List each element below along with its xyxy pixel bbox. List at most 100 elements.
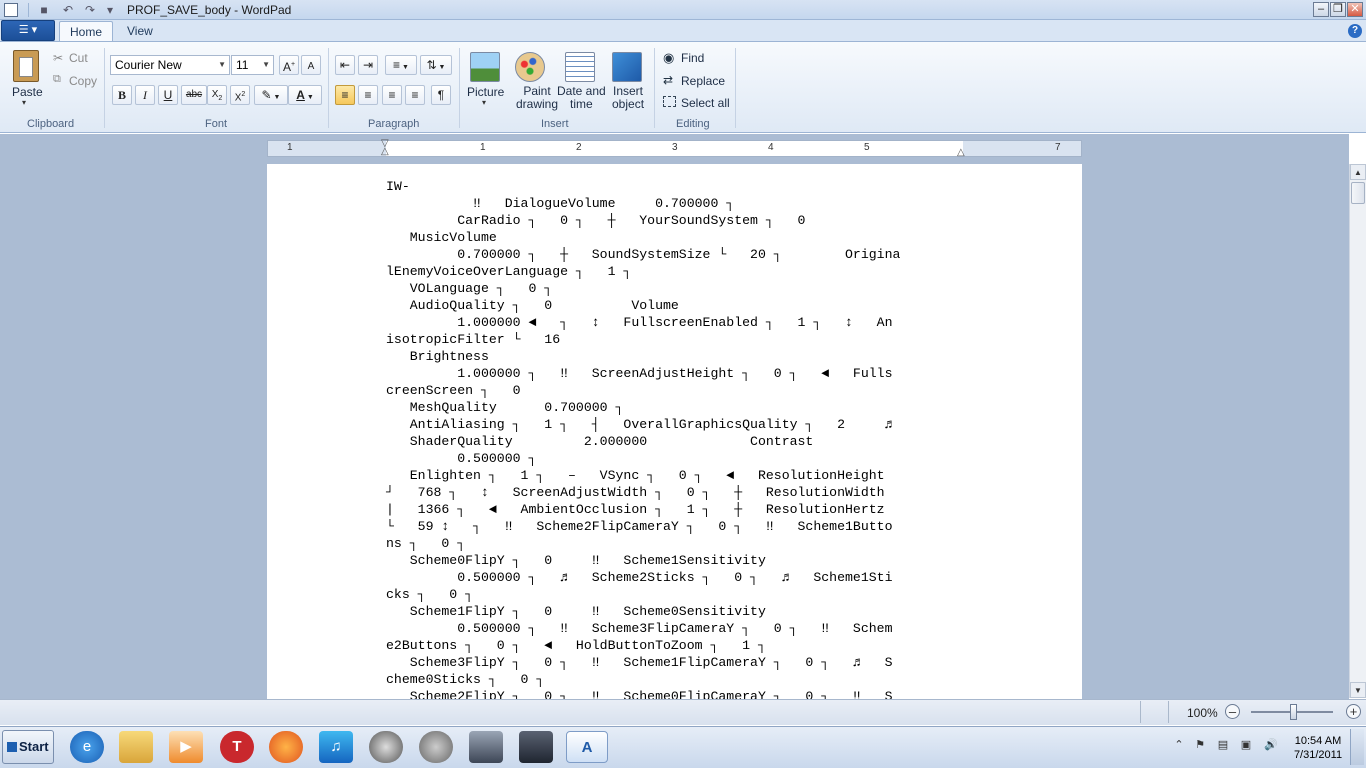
paragraph-settings-button[interactable]: ¶ <box>431 85 451 105</box>
paste-dropdown-icon[interactable]: ▾ <box>22 98 26 107</box>
show-hidden-icons-icon[interactable]: ⌃ <box>1172 738 1186 752</box>
paste-icon[interactable] <box>13 50 39 82</box>
minimize-button[interactable]: – <box>1313 2 1329 17</box>
scroll-down-button[interactable]: ▼ <box>1350 682 1366 698</box>
bullets-button[interactable]: ≡ ▼ <box>385 55 417 75</box>
date-and-time-button[interactable]: Date and time <box>557 85 606 111</box>
align-center-button[interactable]: ≡ <box>358 85 378 105</box>
group-separator <box>459 48 460 128</box>
bold-button[interactable]: B <box>112 85 132 105</box>
music-app-icon[interactable]: ♫ <box>319 731 353 763</box>
zoom-out-button[interactable]: – <box>1225 704 1240 719</box>
underline-button[interactable]: U <box>158 85 178 105</box>
wordpad-app-icon[interactable] <box>4 3 18 17</box>
strikethrough-button[interactable]: abc <box>181 85 207 105</box>
chevron-down-icon: ▼ <box>271 94 281 101</box>
align-left-button[interactable]: ≡ <box>335 85 355 105</box>
font-color-icon: A <box>296 88 305 102</box>
scroll-thumb[interactable] <box>1351 182 1365 204</box>
highlight-color-button[interactable]: ✎ ▼ <box>254 85 288 105</box>
zoom-slider-thumb[interactable] <box>1290 704 1297 720</box>
taskbar <box>0 726 1366 768</box>
vertical-scrollbar[interactable] <box>1349 164 1366 698</box>
highlighter-icon: ✎ <box>261 88 272 102</box>
line-spacing-button[interactable]: ⇅ ▼ <box>420 55 452 75</box>
file-explorer-icon[interactable] <box>119 731 153 763</box>
font-group-label: Font <box>205 118 228 130</box>
superscript-button[interactable]: X2 <box>230 85 250 105</box>
paste-button[interactable]: Paste <box>12 85 43 99</box>
align-right-button[interactable]: ≡ <box>382 85 402 105</box>
tab-view[interactable]: View <box>117 21 163 42</box>
font-color-button[interactable]: A ▼ <box>288 85 322 105</box>
steam-icon[interactable] <box>369 731 403 763</box>
save-icon[interactable]: ■ <box>36 2 52 18</box>
game-icon[interactable] <box>519 731 553 763</box>
editing-group-label: Editing <box>676 118 710 130</box>
calendar-clock-icon[interactable] <box>565 52 595 82</box>
device-icon[interactable]: ▣ <box>1239 738 1253 752</box>
computer-icon[interactable] <box>469 731 503 763</box>
action-center-icon[interactable]: ⚑ <box>1193 738 1207 752</box>
volume-icon[interactable]: 🔊 <box>1264 738 1278 752</box>
system-tool-icon[interactable] <box>419 731 453 763</box>
copy-button[interactable]: Copy <box>69 74 97 88</box>
grow-font-button[interactable]: A+ <box>279 55 299 75</box>
wordpad-taskbar-icon[interactable]: A <box>566 731 608 763</box>
picture-dropdown-icon[interactable]: ▾ <box>482 98 486 107</box>
right-indent-marker[interactable]: △ <box>957 147 965 158</box>
font-size-value: 11 <box>236 58 249 72</box>
picture-button[interactable]: Picture <box>467 85 504 99</box>
maximize-button[interactable]: ❐ <box>1330 2 1346 17</box>
select-all-button[interactable]: Select all <box>681 96 730 110</box>
clipboard-group-label: Clipboard <box>27 118 75 130</box>
application-menu-button[interactable]: ☰ ▾ <box>1 20 55 41</box>
show-desktop-button[interactable] <box>1350 729 1364 765</box>
indent-marker[interactable]: ▽ △ <box>381 139 389 157</box>
status-bar <box>0 699 1366 725</box>
shrink-font-button[interactable]: A <box>301 55 321 75</box>
media-player-icon[interactable]: ▶ <box>169 731 203 763</box>
customize-qat-icon[interactable]: ▾ <box>102 2 118 18</box>
font-size-select[interactable]: 11 ▼ <box>231 55 274 75</box>
increase-indent-button[interactable]: ⇥ <box>358 55 378 75</box>
firefox-icon[interactable] <box>269 731 303 763</box>
document-text[interactable]: IW- ‼ DialogueVolume 0.700000 ┐ CarRadio… <box>386 178 900 704</box>
paragraph-group-label: Paragraph <box>368 118 420 130</box>
ruler-number: 3 <box>672 142 678 153</box>
font-family-select[interactable]: Courier New ▼ <box>110 55 230 75</box>
ruler-number: 1 <box>480 142 486 153</box>
insert-object-button[interactable]: Insert object <box>612 85 644 111</box>
internet-explorer-icon[interactable]: e <box>70 731 104 763</box>
subscript-button[interactable]: X2 <box>207 85 227 105</box>
cut-button[interactable]: Cut <box>69 51 88 65</box>
zoom-level[interactable]: 100% <box>1187 706 1218 720</box>
undo-icon[interactable]: ↶ <box>60 2 76 18</box>
paint-drawing-button[interactable]: Paint drawing <box>516 85 558 111</box>
start-label: Start <box>19 739 49 754</box>
picture-icon[interactable] <box>470 52 500 82</box>
document-page[interactable]: IW- ‼ DialogueVolume 0.700000 ┐ CarRadio… <box>267 164 1082 704</box>
start-button[interactable]: Start <box>2 730 54 764</box>
ruler-number: 7 <box>1055 142 1061 153</box>
scroll-up-button[interactable]: ▲ <box>1350 164 1366 180</box>
replace-button[interactable]: Replace <box>681 74 725 88</box>
network-icon[interactable]: ▤ <box>1216 738 1230 752</box>
decrease-indent-button[interactable]: ⇤ <box>335 55 355 75</box>
t-app-icon[interactable]: T <box>220 731 254 763</box>
italic-button[interactable]: I <box>135 85 155 105</box>
paint-drawing-icon[interactable] <box>515 52 545 82</box>
find-button[interactable]: Find <box>681 51 704 65</box>
tab-home[interactable]: Home <box>59 21 114 42</box>
redo-icon[interactable]: ↷ <box>82 2 98 18</box>
insert-object-icon[interactable] <box>612 52 642 82</box>
close-button[interactable]: ✕ <box>1347 2 1363 17</box>
windows-logo-icon <box>7 742 17 752</box>
help-icon[interactable]: ? <box>1348 24 1362 38</box>
zoom-in-button[interactable]: + <box>1346 704 1361 719</box>
status-separator <box>1168 701 1169 723</box>
chevron-down-icon: ▼ <box>218 60 226 69</box>
clock[interactable]: 10:54 AM 7/31/2011 <box>1290 734 1346 762</box>
font-family-value: Courier New <box>115 58 182 72</box>
justify-button[interactable]: ≡ <box>405 85 425 105</box>
